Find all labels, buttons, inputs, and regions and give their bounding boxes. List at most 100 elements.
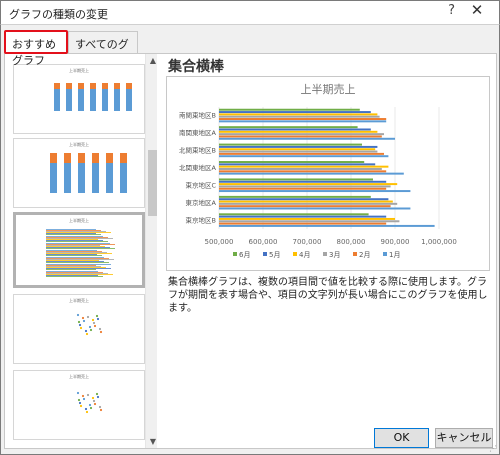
x-tick-label: 700,000: [293, 238, 322, 246]
bar-6月: [219, 108, 360, 111]
thumb-bar: [126, 89, 132, 111]
tab-panel: 上半期売上 上半期売上 上半期売上 上半期売上 上半期売上 ▲ ▼ 集合横棒 上…: [4, 53, 497, 449]
thumb-bar: [46, 274, 113, 275]
bar-2月: [219, 205, 391, 208]
thumb-point: [89, 328, 93, 332]
bar-4月: [219, 217, 395, 220]
thumb-point: [78, 401, 82, 405]
chart-title: 上半期売上: [301, 82, 356, 96]
bar-1月: [219, 155, 389, 158]
cancel-button[interactable]: キャンセル: [435, 428, 493, 448]
thumb-bar: [46, 231, 106, 232]
thumb-point: [77, 398, 81, 402]
thumbnail-clustered-bar[interactable]: 上半期売上: [13, 212, 145, 288]
bar-1月: [219, 224, 435, 227]
thumb-bar: [46, 258, 109, 259]
thumb-bar: [46, 245, 100, 246]
chart-preview-svg: 上半期売上 500,000 600,000 700,000 800,000 900,000…: [179, 82, 457, 259]
thumb-bar: [46, 251, 102, 252]
y-category-label: 南関東地区A: [179, 128, 217, 137]
thumb-point: [88, 325, 92, 329]
thumb-bar: [46, 257, 104, 258]
bar-4月: [219, 130, 378, 133]
window-title: グラフの種類の変更: [9, 8, 108, 21]
legend-swatch: [293, 252, 297, 256]
thumbnail-stacked-column-2[interactable]: 上半期売上: [13, 138, 145, 208]
thumb-point: [98, 405, 102, 409]
thumb-bar: [102, 89, 108, 111]
thumb-point: [95, 392, 99, 396]
preview-pane: 集合横棒 上半期売上 500,000 600,000 700,000 800,000 90…: [162, 54, 496, 448]
scroll-thumb[interactable]: [148, 150, 157, 216]
bar-5月: [219, 180, 387, 183]
thumb-point: [99, 408, 103, 412]
tab-all-charts[interactable]: すべてのグラフ: [68, 31, 138, 67]
thumb-bar: [46, 234, 101, 235]
close-icon[interactable]: ✕: [467, 1, 487, 19]
bar-3月: [219, 115, 380, 118]
bar-4月: [219, 165, 389, 168]
x-tick-label: 500,000: [205, 238, 234, 246]
thumb-bar: [46, 253, 112, 254]
bar-1月: [219, 120, 387, 123]
thumb-bar: [46, 243, 110, 244]
help-icon[interactable]: ?: [448, 3, 455, 18]
thumb-bar: [46, 259, 114, 260]
thumb-bar: [46, 272, 103, 273]
scroll-down-icon[interactable]: ▼: [146, 437, 157, 446]
thumbnail-scatter-2[interactable]: 上半期売上: [13, 370, 145, 440]
bar-5月: [219, 215, 387, 218]
thumb-bar: [114, 89, 120, 111]
bar-3月: [219, 202, 398, 205]
bar-5月: [219, 145, 378, 148]
thumb-bar: [120, 153, 127, 163]
thumb-point: [92, 399, 96, 403]
thumb-point: [88, 403, 92, 407]
tab-recommended-charts[interactable]: おすすめグラフ: [4, 30, 68, 67]
ok-button[interactable]: OK: [374, 428, 429, 448]
thumb-point: [78, 323, 82, 327]
chart-thumbnail-list: 上半期売上 上半期売上 上半期売上 上半期売上 上半期売上 ▲ ▼: [5, 54, 157, 448]
bar-1月: [219, 190, 411, 193]
thumb-bar: [46, 267, 106, 268]
thumb-bar: [78, 89, 84, 111]
thumb-bar: [46, 240, 103, 241]
legend-swatch: [353, 252, 357, 256]
thumb-bar: [46, 254, 97, 255]
bar-3月: [219, 168, 382, 170]
bar-4月: [219, 183, 398, 186]
y-category-label: 東京地区A: [186, 198, 217, 207]
thumb-point: [76, 313, 80, 317]
thumb-point: [86, 315, 90, 319]
thumbnail-scatter[interactable]: 上半期売上: [13, 294, 145, 364]
scroll-up-icon[interactable]: ▲: [146, 56, 157, 65]
thumb-point: [91, 318, 95, 322]
thumbnail-stacked-column-2-graphic: [50, 153, 127, 193]
thumb-bar: [50, 153, 57, 163]
thumbnail-scrollbar[interactable]: ▲ ▼: [145, 54, 157, 448]
thumb-point: [77, 320, 81, 324]
thumbnail-stacked-column[interactable]: 上半期売上: [13, 64, 145, 134]
bar-2月: [219, 170, 387, 173]
thumb-point: [99, 330, 103, 334]
thumb-bar: [46, 271, 98, 272]
thumb-point: [85, 332, 89, 336]
legend-swatch: [263, 252, 267, 256]
thumb-bar: [46, 264, 111, 265]
thumb-bar: [46, 238, 113, 239]
bar-4月: [219, 113, 378, 116]
chart-type-name: 集合横棒: [168, 59, 224, 75]
thumb-point: [89, 406, 93, 410]
thumb-point: [81, 394, 85, 398]
legend-label: 4月: [299, 251, 310, 259]
thumb-point: [92, 321, 96, 325]
y-category-label: 東京地区C: [185, 180, 216, 189]
thumb-bar: [46, 239, 98, 240]
thumb-bar: [46, 269, 96, 270]
thumb-point: [79, 326, 83, 330]
x-tick-label: 800,000: [337, 238, 366, 246]
legend-label: 6月: [239, 251, 250, 259]
bar-6月: [219, 178, 373, 181]
bar-4月: [219, 200, 393, 203]
legend-label: 2月: [359, 251, 370, 259]
